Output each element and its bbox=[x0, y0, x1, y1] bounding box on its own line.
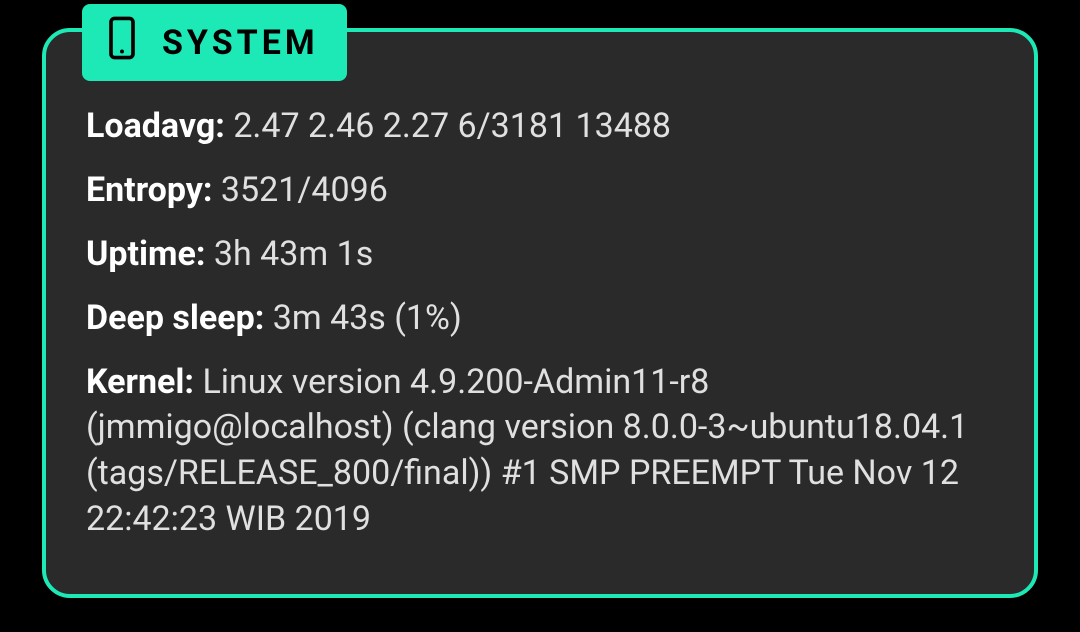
loadavg-value: 2.47 2.46 2.27 6/3181 13488 bbox=[233, 106, 671, 146]
loadavg-label: Loadavg: bbox=[86, 106, 225, 146]
kernel-row: Kernel: Linux version 4.9.200-Admin11-r8… bbox=[86, 360, 994, 544]
uptime-label: Uptime: bbox=[86, 234, 205, 274]
entropy-label: Entropy: bbox=[86, 170, 212, 210]
deepsleep-row: Deep sleep: 3m 43s (1%) bbox=[86, 296, 994, 342]
deepsleep-label: Deep sleep: bbox=[86, 298, 264, 338]
loadavg-row: Loadavg: 2.47 2.46 2.27 6/3181 13488 bbox=[86, 104, 994, 150]
kernel-value: Linux version 4.9.200-Admin11-r8 (jmmigo… bbox=[86, 362, 968, 540]
system-panel: SYSTEM Loadavg: 2.47 2.46 2.27 6/3181 13… bbox=[42, 28, 1038, 598]
uptime-value: 3h 43m 1s bbox=[214, 234, 373, 274]
panel-title: SYSTEM bbox=[162, 23, 319, 63]
entropy-value: 3521/4096 bbox=[221, 170, 388, 210]
kernel-label: Kernel: bbox=[86, 362, 194, 402]
phone-icon bbox=[106, 16, 138, 69]
system-badge: SYSTEM bbox=[82, 4, 347, 81]
deepsleep-value: 3m 43s (1%) bbox=[273, 298, 462, 338]
entropy-row: Entropy: 3521/4096 bbox=[86, 168, 994, 214]
uptime-row: Uptime: 3h 43m 1s bbox=[86, 232, 994, 278]
